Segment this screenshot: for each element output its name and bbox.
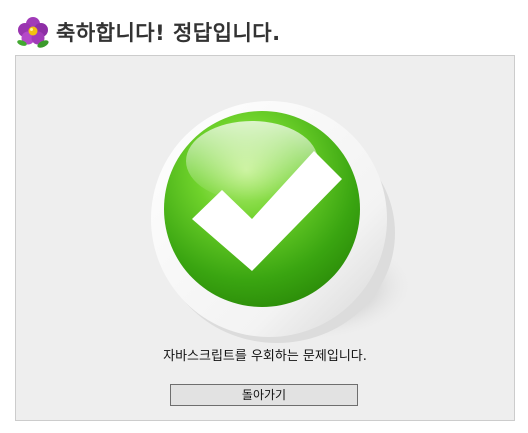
flower-icon xyxy=(17,17,49,48)
result-panel: 자바스크립트를 우회하는 문제입니다. 돌아가기 xyxy=(15,55,515,421)
green-checkmark-icon xyxy=(151,101,414,343)
result-message: 자바스크립트를 우회하는 문제입니다. xyxy=(163,349,367,364)
header: 축하합니다! 정답입니다. xyxy=(16,14,281,50)
page-title: 축하합니다! 정답입니다. xyxy=(56,21,281,45)
page: 축하합니다! 정답입니다. 자바스크립트를 우회하는 문제입니다. 돌아가기 xyxy=(0,0,528,433)
back-button[interactable]: 돌아가기 xyxy=(170,384,358,406)
